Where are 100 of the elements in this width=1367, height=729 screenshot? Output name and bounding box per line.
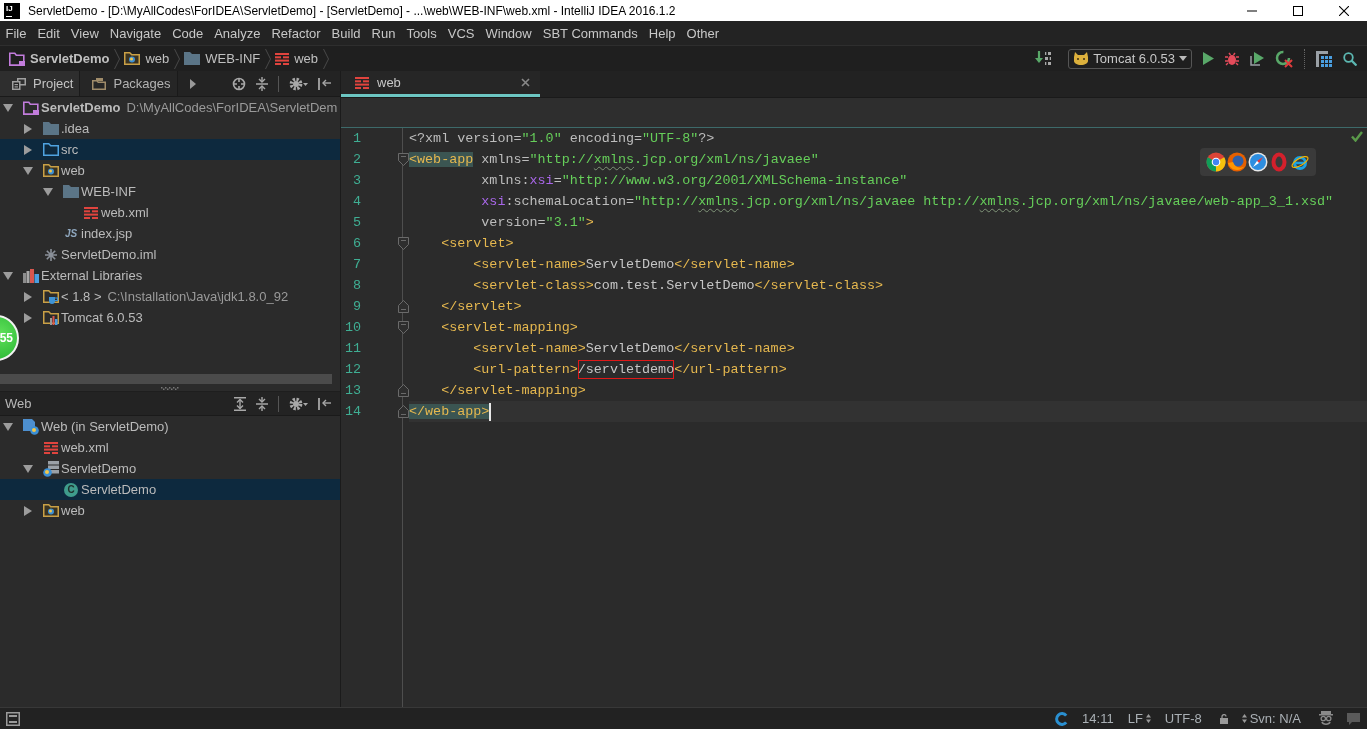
lock-icon[interactable] xyxy=(1219,713,1228,724)
settings-icon[interactable] xyxy=(289,396,308,411)
refresh-cross-icon[interactable] xyxy=(1275,49,1293,68)
collapsed-arrow-icon[interactable] xyxy=(24,312,32,323)
file-encoding[interactable]: UTF-8 xyxy=(1164,711,1202,726)
fold-end-icon[interactable] xyxy=(397,300,409,313)
grid-icon[interactable] xyxy=(1316,50,1332,67)
browser-icon[interactable] xyxy=(1206,152,1226,172)
folder-icon xyxy=(43,122,59,135)
triangle-icon[interactable] xyxy=(189,78,196,89)
fold-start-icon[interactable] xyxy=(397,153,409,166)
tree-item[interactable]: web.xml xyxy=(23,437,340,458)
breadcrumb[interactable]: web xyxy=(124,51,170,66)
file-type-label: JS xyxy=(64,228,78,239)
panel-tab[interactable]: Project xyxy=(0,71,81,96)
sync-icon[interactable] xyxy=(1055,711,1069,726)
menu-item[interactable]: Run xyxy=(366,25,401,41)
code-line: <?xml version="1.0" encoding="UTF-8"?> xyxy=(409,130,715,148)
expanded-arrow-icon[interactable] xyxy=(23,464,33,473)
tree-item[interactable]: web xyxy=(23,160,340,181)
tree-item[interactable]: src xyxy=(0,139,340,160)
browser-icon[interactable] xyxy=(1248,152,1268,172)
tree-item[interactable]: Tomcat 6.0.53 xyxy=(23,307,340,328)
tree-item[interactable]: Web (in ServletDemo) xyxy=(3,416,340,437)
maximize-icon[interactable] xyxy=(1293,5,1303,16)
code-line: <servlet> xyxy=(441,235,514,253)
expanded-arrow-icon[interactable] xyxy=(3,271,13,280)
menu-item[interactable]: VCS xyxy=(442,25,480,41)
menu-item[interactable]: File xyxy=(0,25,32,41)
splitter-grip-icon[interactable] xyxy=(160,386,180,390)
menu-item[interactable]: Help xyxy=(643,25,682,41)
fold-end-icon[interactable] xyxy=(397,384,409,397)
breadcrumb[interactable]: ServletDemo xyxy=(9,51,110,66)
breadcrumb[interactable]: WEB-INF xyxy=(184,51,261,66)
tree-item[interactable]: JS index.jsp xyxy=(43,223,340,244)
menu-item[interactable]: View xyxy=(65,25,105,41)
browser-icon[interactable] xyxy=(1227,152,1247,172)
collapse-icon[interactable] xyxy=(256,396,268,411)
tree-item[interactable]: ServletDemo.iml xyxy=(23,244,340,265)
close-icon[interactable] xyxy=(1339,5,1349,16)
server-icon xyxy=(43,460,59,477)
search-icon[interactable] xyxy=(1343,51,1357,66)
tree-item[interactable]: < 1.8 > C:\Installation\Java\jdk1.8.0_92 xyxy=(23,286,340,307)
menu-item[interactable]: Code xyxy=(166,25,209,41)
expanded-arrow-icon[interactable] xyxy=(3,103,13,112)
menu-item[interactable]: Tools xyxy=(400,25,443,41)
run-icon[interactable] xyxy=(1203,52,1214,65)
line-number: 3 xyxy=(351,172,361,190)
tree-item[interactable]: ServletDemo xyxy=(23,458,340,479)
line-separator[interactable]: LF xyxy=(1127,711,1143,726)
vcs-status[interactable]: Svn: N/A xyxy=(1249,711,1301,726)
expand-all-icon[interactable] xyxy=(234,396,246,411)
settings-icon[interactable] xyxy=(289,76,308,91)
menu-item[interactable]: Analyze xyxy=(208,25,266,41)
crosshair-icon[interactable] xyxy=(232,76,246,91)
fold-start-icon[interactable] xyxy=(397,321,409,334)
cursor-position[interactable]: 14:11 xyxy=(1082,711,1114,726)
tree-item[interactable]: .idea xyxy=(23,118,340,139)
menu-item[interactable]: Edit xyxy=(31,25,66,41)
menu-item[interactable]: Other xyxy=(681,25,725,41)
collapsed-arrow-icon[interactable] xyxy=(24,291,32,302)
menu-item[interactable]: Navigate xyxy=(104,25,167,41)
expanded-arrow-icon[interactable] xyxy=(23,166,33,175)
panel-title: Web xyxy=(4,396,32,411)
tree-item[interactable]: WEB-INF xyxy=(43,181,340,202)
horizontal-scrollbar[interactable] xyxy=(0,374,332,384)
breadcrumb[interactable]: web xyxy=(275,51,319,66)
chevron-icon xyxy=(265,48,272,69)
chevron-icon xyxy=(323,48,330,69)
download-icon[interactable] xyxy=(1035,51,1052,66)
module-folder-icon xyxy=(23,100,39,115)
collapsed-arrow-icon[interactable] xyxy=(24,505,32,516)
tool-windows-icon[interactable] xyxy=(6,711,20,726)
tree-item[interactable]: web.xml xyxy=(63,202,340,223)
menu-item[interactable]: Refactor xyxy=(265,25,327,41)
line-number: 13 xyxy=(343,382,361,400)
fold-start-icon[interactable] xyxy=(397,237,409,250)
bug-icon[interactable] xyxy=(1225,51,1239,66)
tree-item[interactable]: ServletDemo D:\MyAllCodes\ForIDEA\ServletDem xyxy=(3,97,340,118)
hide-icon[interactable] xyxy=(318,397,331,410)
fold-end-icon[interactable] xyxy=(397,405,409,418)
menu-item[interactable]: SBT Commands xyxy=(537,25,644,41)
expanded-arrow-icon[interactable] xyxy=(3,422,13,431)
collapse-icon[interactable] xyxy=(256,76,268,91)
line-number: 4 xyxy=(351,193,361,211)
menu-item[interactable]: Build xyxy=(326,25,366,41)
tree-item[interactable]: C ServletDemo xyxy=(0,479,340,500)
inspector-icon[interactable] xyxy=(1319,711,1333,726)
tree-item[interactable]: External Libraries xyxy=(3,265,340,286)
collapsed-arrow-icon[interactable] xyxy=(24,144,32,155)
run-configuration-dropdown[interactable]: Tomcat 6.0.53 xyxy=(1068,48,1192,69)
menu-item[interactable]: Window xyxy=(479,25,538,41)
collapsed-arrow-icon[interactable] xyxy=(24,123,32,134)
tree-item[interactable]: web xyxy=(23,500,340,521)
editor-tab[interactable]: web xyxy=(341,71,540,97)
play-bracket-icon[interactable] xyxy=(1250,51,1264,66)
code-line: </servlet> xyxy=(441,298,522,316)
expanded-arrow-icon[interactable] xyxy=(43,187,53,196)
hide-icon[interactable] xyxy=(318,77,331,90)
bar-chart-icon xyxy=(23,268,39,283)
